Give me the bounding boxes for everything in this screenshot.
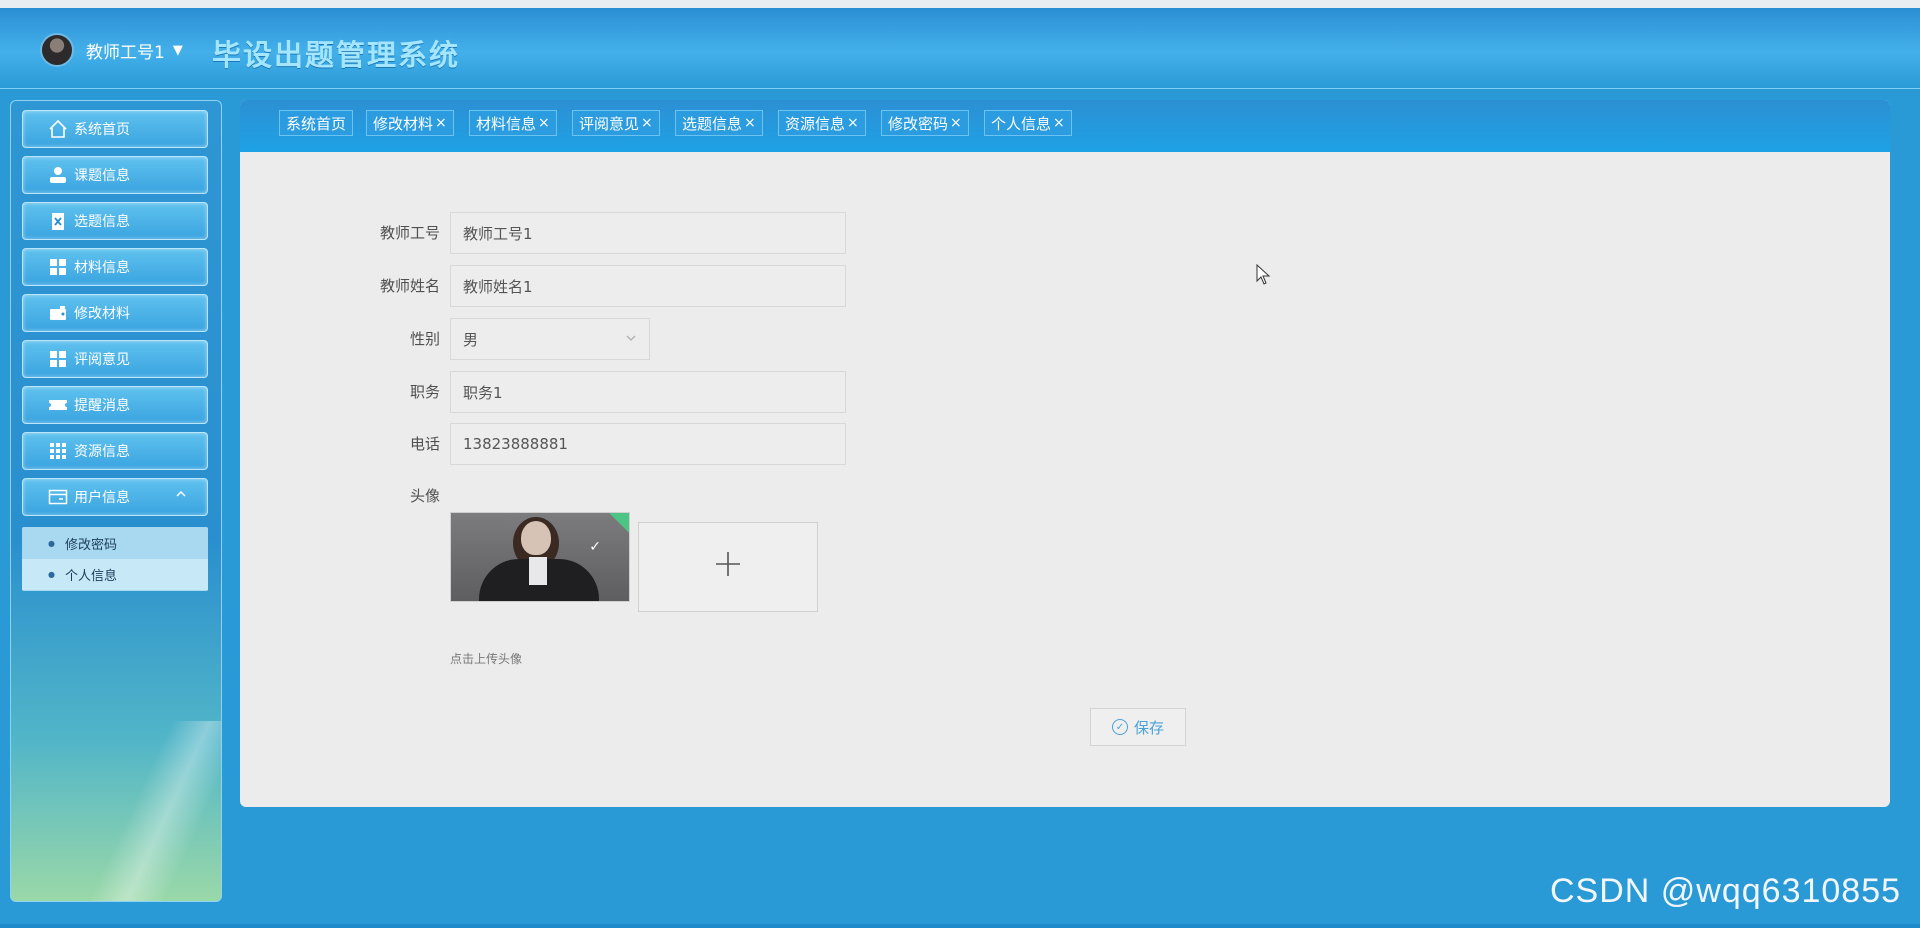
tab-label: 材料信息 [476,114,537,133]
sidebar: 系统首页 课题信息 选题信息 材料信息 修改材料 评阅意见 提醒消息 资源信息 … [10,100,222,902]
sidebar-item-edit-materials[interactable]: 修改材料 [22,294,208,332]
sidebar-item-home[interactable]: 系统首页 [22,110,208,148]
grid-icon [47,348,69,370]
tab-edit-materials[interactable]: 修改材料 × [366,110,454,136]
plus-icon [714,547,742,587]
gender-value: 男 [463,330,479,349]
save-button-label: 保存 [1133,718,1164,737]
sidebar-item-label: 提醒消息 [74,398,130,414]
sidebar-item-label: 材料信息 [74,260,130,276]
avatar-upload-button[interactable] [638,522,818,612]
sidebar-item-materials[interactable]: 材料信息 [22,248,208,286]
ticket-icon [47,394,69,416]
wallet-icon [47,302,69,324]
close-icon[interactable]: × [538,115,550,131]
gender-select[interactable]: 男 [450,318,650,360]
avatar-label: 头像 [409,487,440,505]
personal-info-form: 教师工号 教师工号1 教师姓名 教师姓名1 性别 男 职务 职务1 电话 138… [240,152,1890,807]
system-title: 毕设出题管理系统 [212,38,461,72]
home-icon [47,118,69,140]
teacher-name-label: 教师姓名 [379,277,440,295]
user-menu[interactable]: 教师工号1 ▼ [40,33,183,67]
submenu-item-personal-info[interactable]: ● 个人信息 [22,559,208,590]
tab-label: 系统首页 [286,114,347,133]
tab-bar: 系统首页 修改材料 × 材料信息 × 评阅意见 × 选题信息 × 资源信息 × 修改密码 ×… [240,100,1890,152]
watermark: CSDN @wqq6310855 [1550,872,1902,910]
upload-success-corner [609,513,629,533]
tab-label: 修改密码 [888,114,949,133]
tab-label: 个人信息 [991,114,1052,133]
person-head [521,521,551,555]
check-circle-icon: ✓ [1111,719,1128,735]
main-content: 系统首页 修改材料 × 材料信息 × 评阅意见 × 选题信息 × 资源信息 × 修改密码 ×… [240,100,1890,807]
tab-label: 评阅意见 [579,114,640,133]
sidebar-item-topics[interactable]: 课题信息 [22,156,208,194]
teacher-id-label: 教师工号 [379,224,440,242]
sidebar-item-selection[interactable]: 选题信息 [22,202,208,240]
chevron-up-icon [175,488,187,504]
user-icon [47,164,69,186]
submenu-item-label: 个人信息 [64,569,117,584]
tab-materials[interactable]: 材料信息 × [469,110,557,136]
clipboard-icon [47,210,69,232]
apps-icon [47,440,69,462]
user-info-submenu: ● 修改密码 ● 个人信息 [22,527,208,591]
sidebar-item-label: 资源信息 [74,444,130,460]
close-icon[interactable]: × [847,115,859,131]
teacher-id-input[interactable]: 教师工号1 [450,212,846,254]
bullet-icon: ● [48,570,55,579]
user-avatar[interactable] [40,33,74,67]
sidebar-item-label: 课题信息 [74,168,130,184]
mouse-cursor-icon [1256,264,1271,285]
tab-home[interactable]: 系统首页 [279,110,354,136]
app-header: 教师工号1 ▼ 毕设出题管理系统 [0,8,1920,89]
teacher-name-input[interactable]: 教师姓名1 [450,265,846,307]
close-icon[interactable]: × [1053,115,1065,131]
sidebar-item-reviews[interactable]: 评阅意见 [22,340,208,378]
tab-label: 选题信息 [682,114,743,133]
tab-label: 资源信息 [785,114,846,133]
phone-input[interactable]: 13823888881 [450,423,846,465]
bottom-strip [0,924,1920,928]
sidebar-item-resources[interactable]: 资源信息 [22,432,208,470]
save-button[interactable]: ✓ 保存 [1090,708,1186,746]
person-shirt [529,557,547,585]
tab-resources[interactable]: 资源信息 × [778,110,866,136]
tab-personal-info[interactable]: 个人信息 × [984,110,1072,136]
gender-label: 性别 [409,330,440,348]
sidebar-item-label: 选题信息 [74,214,130,230]
tab-reviews[interactable]: 评阅意见 × [572,110,660,136]
caret-down-icon[interactable]: ▼ [173,43,183,58]
tab-selection[interactable]: 选题信息 × [675,110,763,136]
check-icon: ✓ [589,539,601,555]
sidebar-item-label: 修改材料 [74,306,130,322]
position-input[interactable]: 职务1 [450,371,846,413]
phone-label: 电话 [409,435,440,453]
grid-icon [47,256,69,278]
uploaded-avatar-image[interactable]: ✓ [450,512,630,602]
submenu-item-label: 修改密码 [64,538,117,553]
sidebar-item-reminders[interactable]: 提醒消息 [22,386,208,424]
sidebar-item-label: 用户信息 [74,490,130,506]
sidebar-item-user-info[interactable]: 用户信息 [22,478,208,516]
position-label: 职务 [409,383,440,401]
close-icon[interactable]: × [641,115,653,131]
close-icon[interactable]: × [950,115,962,131]
user-name[interactable]: 教师工号1 [86,38,165,63]
tab-change-password[interactable]: 修改密码 × [881,110,969,136]
upload-hint: 点击上传头像 [450,652,523,666]
sidebar-item-label: 评阅意见 [74,352,130,368]
submenu-item-change-password[interactable]: ● 修改密码 [22,528,208,559]
chevron-down-icon [625,332,637,347]
sidebar-item-label: 系统首页 [74,122,130,138]
close-icon[interactable]: × [744,115,756,131]
bullet-icon: ● [48,539,55,548]
close-icon[interactable]: × [435,115,447,131]
top-strip [0,0,1920,8]
tab-label: 修改材料 [373,114,434,133]
card-icon [47,486,69,508]
